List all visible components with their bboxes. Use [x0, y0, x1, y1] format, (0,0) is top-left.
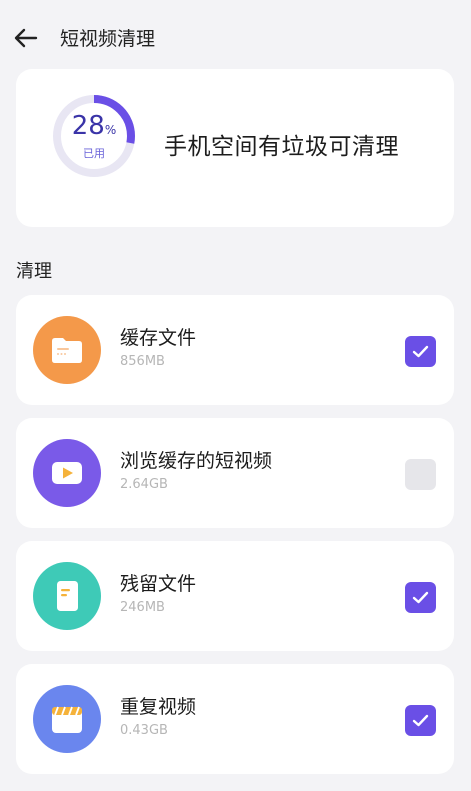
usage-ring: 28% 已用 [52, 94, 136, 178]
item-name: 缓存文件 [120, 327, 197, 349]
storage-usage-card: 28% 已用 手机空间有垃圾可清理 [16, 69, 454, 227]
item-size: 856MB [120, 354, 165, 369]
duplicate-videos-checkbox[interactable] [405, 705, 436, 736]
clapperboard-icon [52, 706, 82, 733]
video-icon [52, 462, 82, 484]
section-label-clean: 清理 [16, 261, 52, 282]
list-item-residual-files[interactable]: 残留文件 246MB [16, 541, 454, 651]
item-size: 0.43GB [120, 723, 168, 738]
ring-label: 28% 已用 [52, 112, 136, 161]
cache-files-icon-badge [33, 316, 101, 384]
used-label: 已用 [83, 147, 105, 160]
item-name: 残留文件 [120, 573, 197, 595]
back-button[interactable] [12, 24, 44, 54]
arrow-left-icon [14, 28, 38, 48]
usage-message: 手机空间有垃圾可清理 [164, 134, 399, 160]
top-bar: 短视频清理 [0, 0, 471, 76]
item-size: 2.64GB [120, 477, 168, 492]
residual-files-checkbox[interactable] [405, 582, 436, 613]
duplicate-videos-icon-badge [33, 685, 101, 753]
page-title: 短视频清理 [60, 28, 156, 50]
item-name: 浏览缓存的短视频 [120, 450, 273, 472]
checkmark-icon [412, 345, 429, 358]
item-size: 246MB [120, 600, 165, 615]
list-item-duplicate-videos[interactable]: 重复视频 0.43GB [16, 664, 454, 774]
checkmark-icon [412, 714, 429, 727]
usage-percent: 28% [52, 112, 136, 144]
usage-percent-value: 28 [71, 111, 105, 141]
cached-videos-icon-badge [33, 439, 101, 507]
cached-videos-checkbox[interactable] [405, 459, 436, 490]
document-icon [57, 581, 78, 611]
list-item-cached-short-videos[interactable]: 浏览缓存的短视频 2.64GB [16, 418, 454, 528]
residual-files-icon-badge [33, 562, 101, 630]
list-item-cache-files[interactable]: 缓存文件 856MB [16, 295, 454, 405]
cache-files-checkbox[interactable] [405, 336, 436, 367]
folder-icon [52, 338, 82, 363]
usage-percent-unit: % [104, 123, 117, 137]
checkmark-icon [412, 591, 429, 604]
item-name: 重复视频 [120, 696, 197, 718]
